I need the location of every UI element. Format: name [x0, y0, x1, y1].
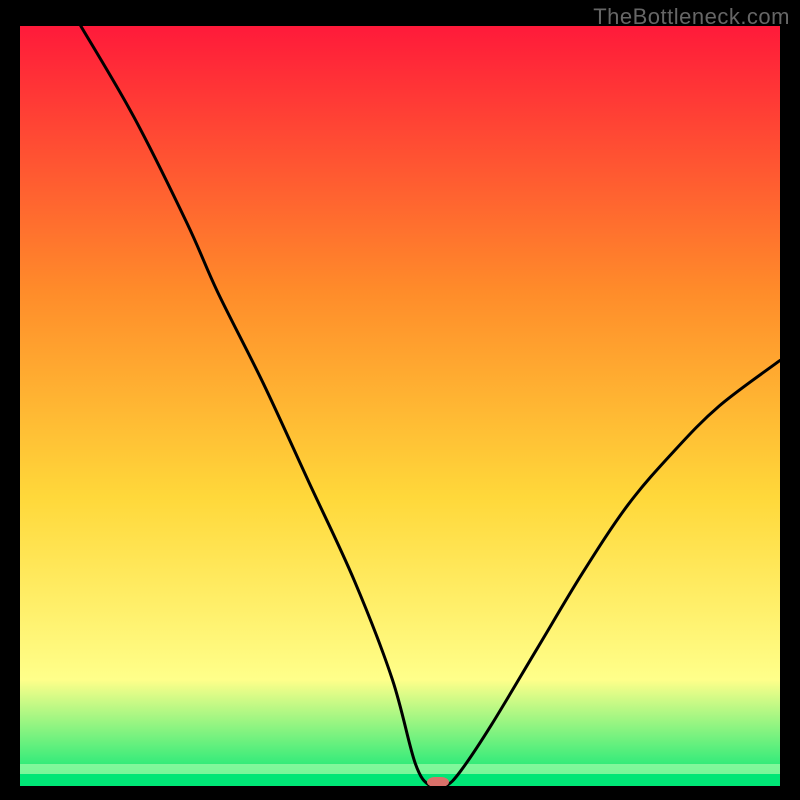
- baseline: [20, 774, 780, 786]
- bottleneck-chart: [20, 26, 780, 786]
- minimum-marker: [427, 777, 449, 786]
- watermark-label: TheBottleneck.com: [593, 4, 790, 30]
- gradient-background: [20, 26, 780, 786]
- chart-stage: TheBottleneck.com: [0, 0, 800, 800]
- soft-band: [20, 764, 780, 774]
